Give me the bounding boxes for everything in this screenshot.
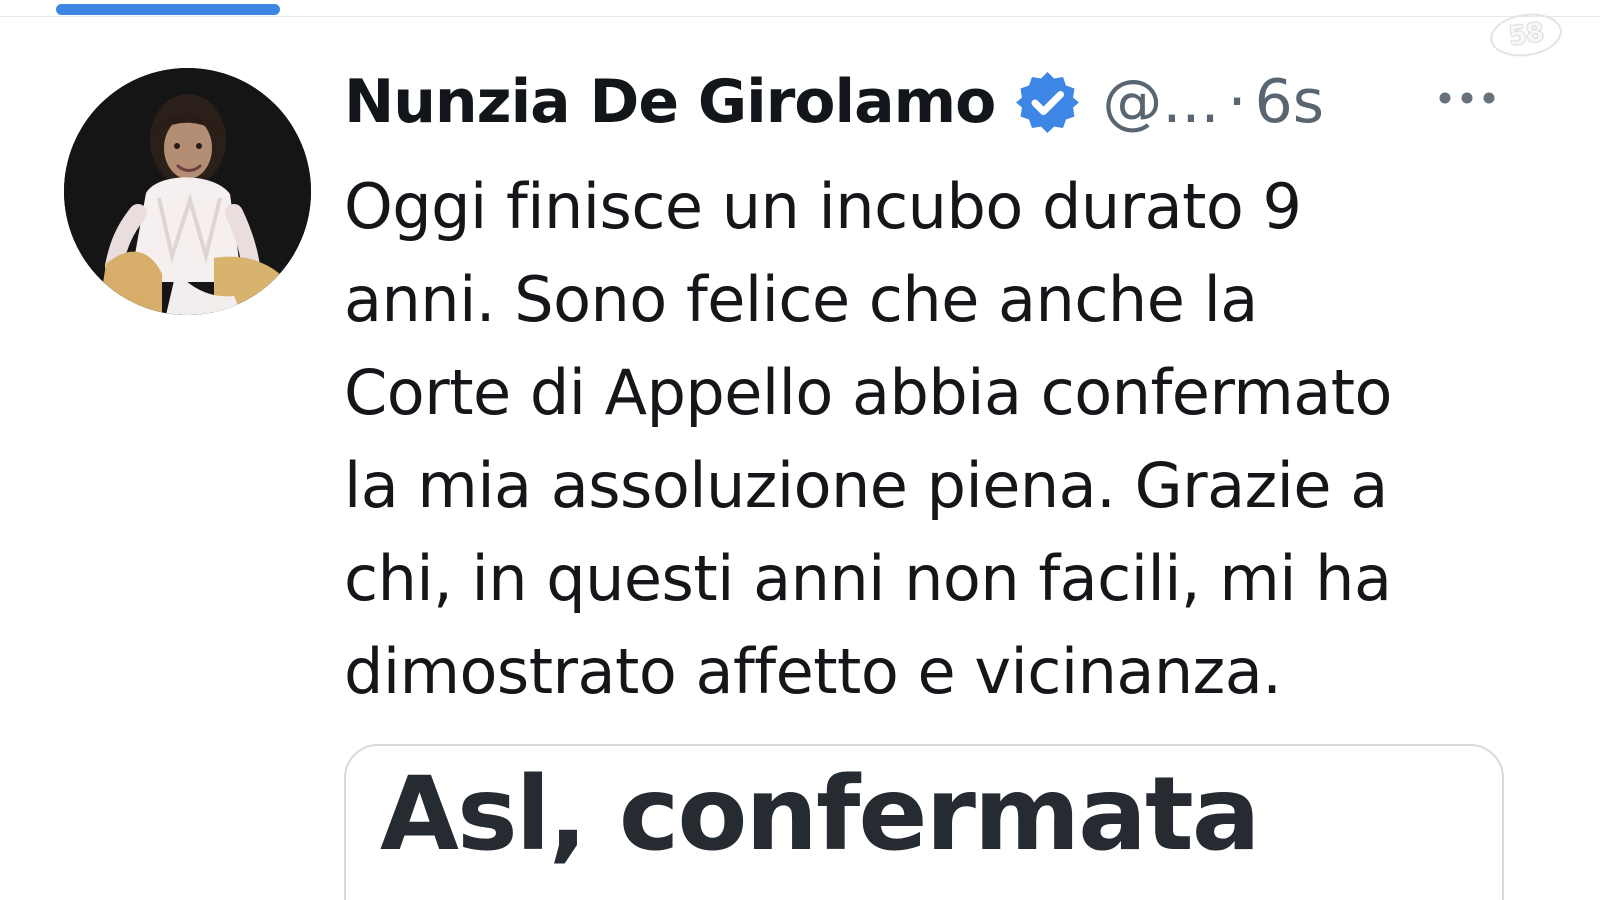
header-separator: · — [1227, 67, 1247, 137]
top-progress-indicator — [56, 4, 280, 15]
tweet-text: Oggi finisce un incubo durato 9 anni. So… — [344, 160, 1514, 718]
tweet-text-line: Oggi finisce un incubo durato 9 — [344, 170, 1302, 243]
tweet-text-line: dimostrato affetto e vicinanza. — [344, 635, 1282, 708]
tweet-text-line: anni. Sono felice che anche la — [344, 263, 1258, 336]
verified-badge-icon — [1015, 70, 1080, 135]
tweet-header: Nunzia De Girolamo @... · 6s — [344, 62, 1524, 142]
avatar-photo — [64, 68, 311, 315]
tweet-text-line: Corte di Appello abbia confermato — [344, 356, 1392, 429]
author-avatar[interactable] — [64, 68, 311, 315]
tweet-text-line: la mia assoluzione piena. Grazie a — [344, 449, 1388, 522]
article-headline: Asl, confermata — [380, 755, 1261, 874]
top-divider — [0, 16, 1600, 17]
tweet-text-line: chi, in questi anni non facili, mi ha — [344, 542, 1392, 615]
more-options-icon[interactable] — [1438, 89, 1496, 107]
author-handle[interactable]: @... — [1102, 72, 1219, 132]
author-name[interactable]: Nunzia De Girolamo — [344, 72, 996, 132]
screenshot-page: 58 Nunzia De Girolamo @... · 6s Oggi fin… — [0, 0, 1600, 900]
tweet-time[interactable]: 6s — [1255, 72, 1324, 132]
attached-article-card[interactable]: Asl, confermata — [344, 744, 1504, 900]
